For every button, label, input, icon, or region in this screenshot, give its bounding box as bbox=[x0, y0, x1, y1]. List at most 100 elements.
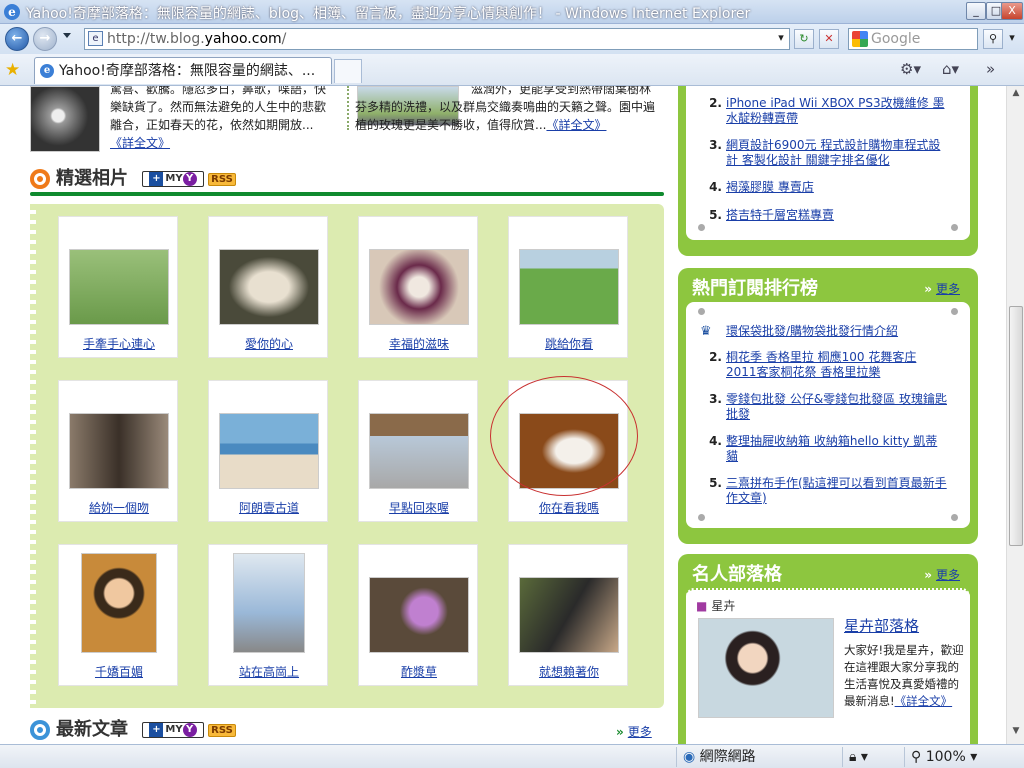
photo-caption[interactable]: 站在高崗上 bbox=[209, 663, 329, 680]
photo-card[interactable]: 幸福的滋味 bbox=[358, 216, 478, 358]
photo-thumbnail[interactable] bbox=[219, 413, 319, 489]
photo-thumbnail[interactable] bbox=[219, 249, 319, 325]
subscribe-ranking-box: 熱門訂閱排行榜 » 更多 ♛ 環保袋批發/購物袋批發行情介紹 2. 桐花季 香格里拉 … bbox=[678, 268, 978, 544]
favorites-star-icon[interactable]: ★ bbox=[5, 60, 20, 80]
stop-icon[interactable]: ✕ bbox=[819, 29, 839, 49]
photo-thumbnail[interactable] bbox=[69, 413, 169, 489]
ranking-item: 4. 褐藻膠膜 專賣店 bbox=[709, 180, 814, 194]
ranking-link[interactable]: 搭吉特千層宮糕專賣 bbox=[726, 208, 834, 222]
photo-caption[interactable]: 你在看我嗎 bbox=[509, 499, 629, 516]
subscribe-item: 4. 整理抽屜收納箱 收納箱hello kitty 凱蒂貓 bbox=[709, 434, 938, 463]
refresh-icon[interactable]: ↻ bbox=[794, 29, 814, 49]
subscribe-link[interactable]: 桐花季 香格里拉 桐應100 花舞客庄 2011客家桐花祭 香格里拉樂 bbox=[726, 350, 916, 379]
tab-ie-icon: e bbox=[40, 64, 54, 78]
highlight-circle bbox=[490, 376, 638, 496]
subscribe-more-link[interactable]: » 更多 bbox=[924, 280, 960, 297]
globe-icon: ◉ bbox=[683, 749, 696, 765]
google-icon bbox=[852, 31, 868, 47]
photo-card[interactable]: 阿朗壹古道 bbox=[208, 380, 328, 522]
vertical-scrollbar[interactable]: ▲ ▼ bbox=[1006, 86, 1024, 744]
photo-caption[interactable]: 千嬌百媚 bbox=[59, 663, 179, 680]
read-more-link[interactable]: 《詳全文》 bbox=[110, 136, 170, 150]
window-title: Yahoo!奇摩部落格：無限容量的網誌、blog、相簿、留言板，盡迎分享心情與創… bbox=[26, 6, 751, 22]
url-field[interactable]: e http://tw.blog.yahoo.com/ bbox=[84, 28, 790, 50]
photo-thumbnail[interactable] bbox=[519, 249, 619, 325]
photo-card[interactable]: 給妳一個吻 bbox=[58, 380, 178, 522]
subscribe-link[interactable]: 三熹拼布手作(點這裡可以看到首頁最新手作文章) bbox=[726, 476, 947, 505]
subscribe-item: 5. 三熹拼布手作(點這裡可以看到首頁最新手作文章) bbox=[709, 476, 947, 505]
ranking-link[interactable]: 褐藻膠膜 專賣店 bbox=[726, 180, 814, 194]
ranking-item: 3. 網頁設計6900元 程式設計購物車程式設計 客製化設計 關鍵字排名優化 bbox=[709, 138, 941, 167]
photo-thumbnail[interactable] bbox=[519, 577, 619, 653]
photo-card[interactable]: 手牽手心連心 bbox=[58, 216, 178, 358]
ranking-link[interactable]: iPhone iPad Wii XBOX PS3改機維修 墨水靛粉轉賣帶 bbox=[726, 96, 944, 125]
add-to-my-yahoo-button[interactable]: + MY Y bbox=[142, 722, 204, 738]
photo-thumbnail[interactable] bbox=[369, 249, 469, 325]
chevron-right-icon[interactable]: » bbox=[986, 60, 995, 78]
history-dropdown-icon[interactable] bbox=[63, 33, 71, 38]
minimize-button[interactable]: _ bbox=[966, 2, 986, 20]
tab-label: Yahoo!奇摩部落格：無限容量的網誌、... bbox=[59, 63, 316, 79]
zoom-control[interactable]: ⚲ 100% ▾ bbox=[904, 747, 1024, 767]
url-dropdown-icon[interactable]: ▾ bbox=[771, 29, 791, 49]
read-more-link[interactable]: 《詳全文》 bbox=[546, 118, 606, 132]
celebrity-more-link[interactable]: » 更多 bbox=[924, 566, 960, 583]
crown-icon: ♛ bbox=[700, 324, 712, 339]
subscribe-list: ♛ 環保袋批發/購物袋批發行情介紹 2. 桐花季 香格里拉 桐應100 花舞客庄 2… bbox=[686, 302, 970, 528]
photo-thumbnail[interactable] bbox=[369, 413, 469, 489]
new-tab-button[interactable] bbox=[334, 59, 362, 83]
add-to-my-yahoo-button[interactable]: + MY Y bbox=[142, 171, 204, 187]
rss-button[interactable]: RSS bbox=[208, 173, 236, 186]
article-thumbnail bbox=[30, 86, 100, 152]
photo-thumbnail[interactable] bbox=[81, 553, 157, 653]
photo-card[interactable]: 酢漿草 bbox=[358, 544, 478, 686]
photo-caption[interactable]: 阿朗壹古道 bbox=[209, 499, 329, 516]
photo-caption[interactable]: 就想賴著你 bbox=[509, 663, 629, 680]
photo-thumbnail[interactable] bbox=[233, 553, 305, 653]
photo-caption[interactable]: 跳給你看 bbox=[509, 335, 629, 352]
photo-card[interactable]: 就想賴著你 bbox=[508, 544, 628, 686]
photo-card[interactable]: 跳給你看 bbox=[508, 216, 628, 358]
celebrity-name: ■ 星卉 bbox=[696, 599, 736, 613]
photo-card[interactable]: 千嬌百媚 bbox=[58, 544, 178, 686]
photo-card[interactable]: 愛你的心 bbox=[208, 216, 328, 358]
photo-caption[interactable]: 幸福的滋味 bbox=[359, 335, 479, 352]
photo-caption[interactable]: 給妳一個吻 bbox=[59, 499, 179, 516]
rss-button[interactable]: RSS bbox=[208, 724, 236, 737]
subscribe-link[interactable]: 整理抽屜收納箱 收納箱hello kitty 凱蒂貓 bbox=[726, 434, 937, 463]
address-bar: ← → e http://tw.blog.yahoo.com/ ▾ ↻ ✕ Goo… bbox=[0, 24, 1024, 54]
gear-icon[interactable]: ⚙▾ bbox=[900, 60, 921, 78]
photo-caption[interactable]: 早點回來喔 bbox=[359, 499, 479, 516]
forward-button[interactable]: → bbox=[33, 27, 57, 51]
protected-mode[interactable]: 🔒︎ ▾ bbox=[842, 747, 898, 767]
scroll-thumb[interactable] bbox=[1009, 306, 1023, 546]
ranking-link[interactable]: 網頁設計6900元 程式設計購物車程式設計 客製化設計 關鍵字排名優化 bbox=[726, 138, 940, 167]
tab-bar: ★ e Yahoo!奇摩部落格：無限容量的網誌、... ⚙▾ ⌂▾ » bbox=[0, 54, 1024, 86]
back-button[interactable]: ← bbox=[5, 27, 29, 51]
subscribe-link[interactable]: 零錢包批發 公仔&零錢包批發區 玫瑰鑰匙批發 bbox=[726, 392, 947, 421]
home-icon[interactable]: ⌂▾ bbox=[942, 60, 959, 78]
photo-card[interactable]: 早點回來喔 bbox=[358, 380, 478, 522]
close-button[interactable]: X bbox=[1001, 2, 1023, 20]
tab-yahoo-blog[interactable]: e Yahoo!奇摩部落格：無限容量的網誌、... bbox=[34, 57, 332, 84]
photo-caption[interactable]: 酢漿草 bbox=[359, 663, 479, 680]
search-icon[interactable]: ⚲ bbox=[983, 29, 1003, 49]
celebrity-photo[interactable] bbox=[698, 618, 834, 718]
search-input[interactable]: Google bbox=[848, 28, 978, 50]
more-link-text[interactable]: 更多 bbox=[628, 725, 652, 739]
photo-card[interactable]: 站在高崗上 bbox=[208, 544, 328, 686]
photo-thumbnail[interactable] bbox=[69, 249, 169, 325]
status-bar: ◉ 網際網路 🔒︎ ▾ ⚲ 100% ▾ bbox=[0, 744, 1024, 768]
photo-caption[interactable]: 手牽手心連心 bbox=[59, 335, 179, 352]
subscribe-link[interactable]: 環保袋批發/購物袋批發行情介紹 bbox=[726, 324, 898, 338]
read-more-link[interactable]: 《詳全文》 bbox=[895, 694, 953, 708]
search-options-icon[interactable]: ▾ bbox=[1004, 29, 1020, 49]
zone-label: 網際網路 bbox=[699, 749, 756, 765]
photo-caption[interactable]: 愛你的心 bbox=[209, 335, 329, 352]
subscribe-item: ♛ 環保袋批發/購物袋批發行情介紹 bbox=[700, 324, 946, 339]
scroll-down-icon[interactable]: ▼ bbox=[1009, 726, 1023, 742]
scroll-up-icon[interactable]: ▲ bbox=[1009, 88, 1023, 104]
photo-thumbnail[interactable] bbox=[369, 577, 469, 653]
article-text: 滋潤外，更能享受到熱帶闊葉樹林芬多精的洗禮，以及群鳥交織奏鳴曲的天籟之聲。園中遍… bbox=[355, 86, 656, 132]
celebrity-blog-link[interactable]: 星卉部落格 bbox=[844, 618, 919, 635]
